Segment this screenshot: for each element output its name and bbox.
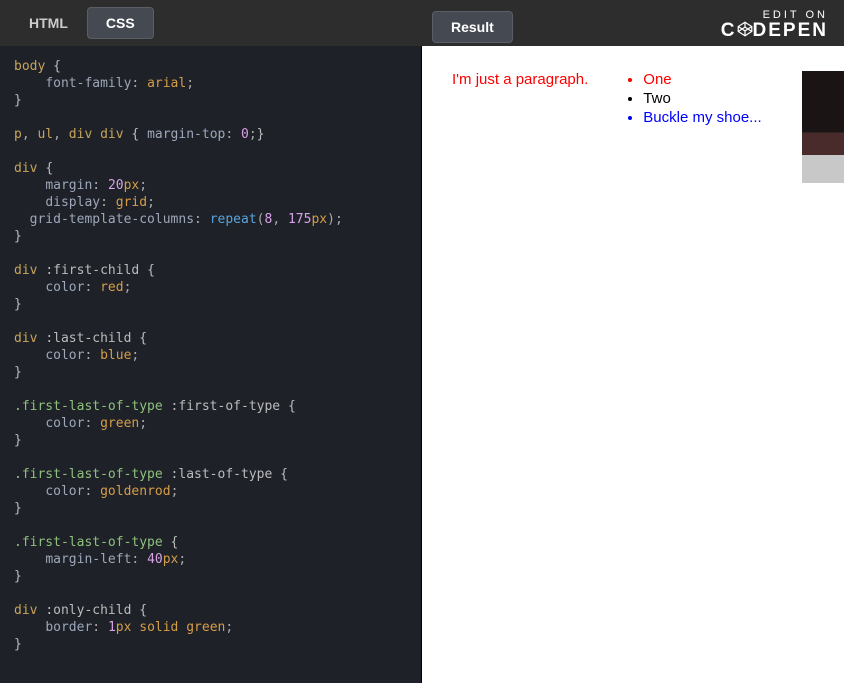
result-tabs: Result [422,4,513,43]
result-image [802,71,844,183]
edit-on-label: EDIT ON [721,9,828,21]
tab-html[interactable]: HTML [10,7,87,39]
header-bar: HTML CSS Result EDIT ON CDEPEN [0,0,844,46]
list-item: Two [643,90,761,109]
css-editor[interactable]: body { font-family: arial; } p, ul, div … [0,46,422,683]
code-content: body { font-family: arial; } p, ul, div … [14,58,407,653]
result-list: One Two Buckle my shoe... [628,71,761,683]
tab-css[interactable]: CSS [87,7,154,39]
brand-name: CDEPEN [721,21,828,42]
result-preview: I'm just a paragraph. One Two Buckle my … [422,46,844,683]
editor-tabs: HTML CSS [0,0,154,46]
branding[interactable]: EDIT ON CDEPEN [721,5,844,42]
content-area: body { font-family: arial; } p, ul, div … [0,46,844,683]
result-paragraph: I'm just a paragraph. [452,71,588,683]
tab-result[interactable]: Result [432,11,513,43]
list-item: Buckle my shoe... [643,109,761,128]
list-item: One [643,71,761,90]
codepen-logo-icon [737,21,753,37]
